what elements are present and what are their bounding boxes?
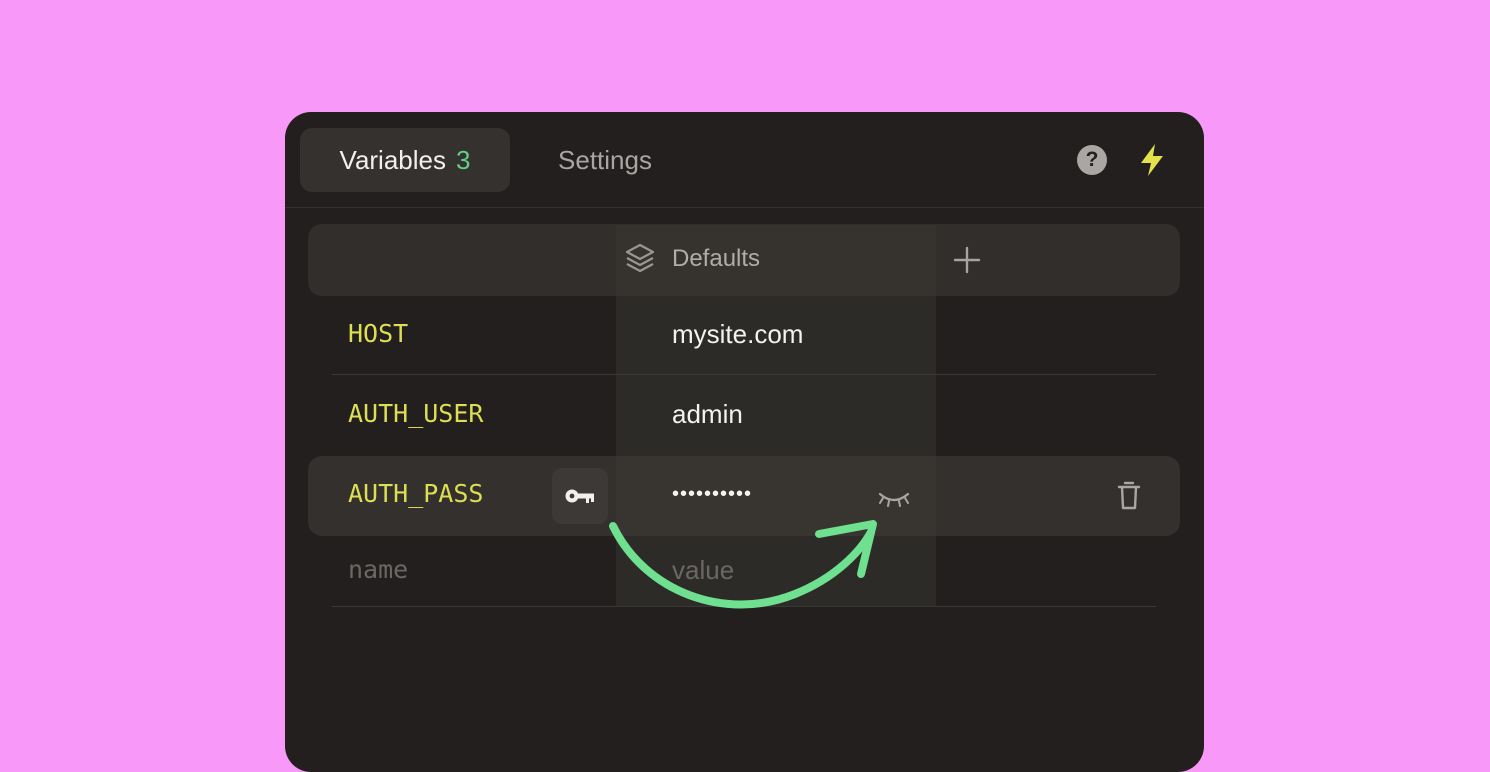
bolt-icon[interactable]	[1137, 143, 1167, 177]
variable-name-auth-pass[interactable]: AUTH_PASS	[348, 478, 483, 510]
variable-name-host[interactable]: HOST	[348, 318, 408, 350]
variable-value-auth-pass[interactable]: ••••••••••	[672, 478, 752, 510]
plus-icon[interactable]	[952, 245, 982, 275]
variables-panel: Variables 3 Settings ? Defaults HOST mys…	[285, 112, 1204, 772]
layers-icon	[625, 243, 655, 273]
variable-name-auth-user[interactable]: AUTH_USER	[348, 398, 483, 430]
variable-value-host[interactable]: mysite.com	[672, 318, 803, 350]
annotation-arrow	[609, 520, 877, 609]
variables-count-badge: 3	[456, 144, 471, 175]
tab-settings[interactable]: Settings	[530, 128, 680, 192]
new-variable-name-input[interactable]: name	[348, 554, 408, 586]
row-divider	[332, 374, 1156, 375]
column-header-defaults[interactable]: Defaults	[672, 243, 760, 275]
tab-variables[interactable]: Variables 3	[300, 128, 510, 192]
trash-icon[interactable]	[1116, 480, 1142, 512]
tab-settings-label: Settings	[558, 144, 652, 175]
eye-closed-icon[interactable]	[877, 486, 911, 512]
tab-variables-label: Variables	[339, 144, 446, 175]
help-icon[interactable]: ?	[1077, 145, 1107, 175]
panel-topbar: Variables 3 Settings ?	[285, 112, 1204, 208]
variable-value-auth-user[interactable]: admin	[672, 398, 743, 430]
key-icon	[565, 489, 594, 503]
secret-toggle-button[interactable]	[552, 468, 608, 524]
